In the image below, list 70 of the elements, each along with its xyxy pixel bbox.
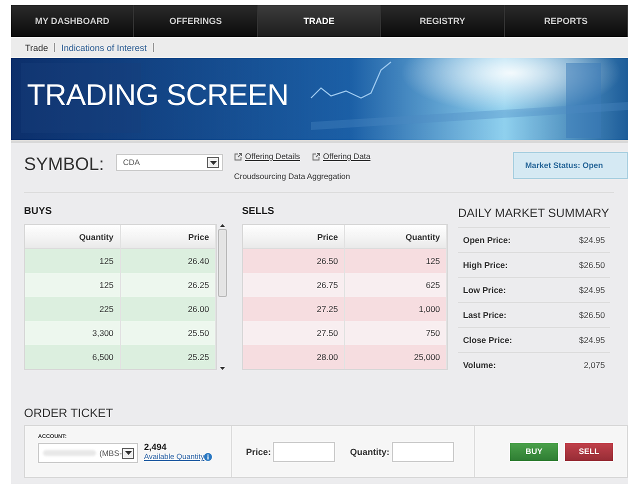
- sell-button[interactable]: SELL: [565, 442, 613, 460]
- summary-label: High Price:: [463, 260, 508, 270]
- offering-name: Croudsourcing Data Aggregation: [234, 172, 352, 181]
- nav-tab[interactable]: REGISTRY: [381, 5, 505, 37]
- table-cell: 25,000: [345, 345, 447, 369]
- nav-tab[interactable]: OFFERINGS: [134, 5, 258, 37]
- table-cell: 26.50: [243, 249, 345, 273]
- summary-value: $24.95: [579, 235, 605, 245]
- breadcrumb-link[interactable]: Indications of Interest: [61, 42, 147, 52]
- sells-heading: SELLS: [242, 206, 276, 217]
- order-ticket-heading: ORDER TICKET: [24, 406, 114, 420]
- table-cell: 3,300: [25, 321, 121, 345]
- nav-tab[interactable]: MY DASHBOARD: [11, 5, 134, 37]
- summary-label: Close Price:: [463, 335, 512, 345]
- quantity-label: Quantity:: [350, 446, 390, 456]
- summary-value: $26.50: [579, 310, 605, 320]
- external-link-icon: [312, 152, 320, 160]
- table-cell: 225: [25, 297, 121, 321]
- table-cell: 125: [25, 273, 121, 297]
- summary-heading: DAILY MARKET SUMMARY: [458, 206, 610, 220]
- caret-icon: [124, 451, 132, 455]
- summary-value: $24.95: [579, 285, 605, 295]
- symbol-label: SYMBOL:: [24, 153, 106, 175]
- scrollbar-thumb[interactable]: [218, 229, 227, 297]
- table-cell: 26.40: [120, 249, 216, 273]
- summary-label: Open Price:: [463, 235, 511, 245]
- scroll-down-icon[interactable]: [220, 367, 225, 370]
- breadcrumb-current: Trade: [25, 42, 48, 52]
- table-cell: 25.50: [120, 321, 216, 345]
- summary-value: $24.95: [579, 335, 605, 345]
- summary-value: 2,075: [584, 360, 605, 370]
- nav-tab[interactable]: TRADE: [258, 5, 382, 37]
- price-label: Price:: [246, 446, 272, 456]
- scroll-up-icon[interactable]: [220, 224, 225, 227]
- price-field[interactable]: [273, 442, 336, 462]
- column-header: Price: [120, 225, 216, 249]
- table-cell: 27.50: [243, 321, 345, 345]
- table-cell: 26.25: [120, 273, 216, 297]
- table-cell: 125: [25, 249, 121, 273]
- table-cell: 750: [345, 321, 447, 345]
- summary-label: Low Price:: [463, 285, 506, 295]
- table-cell: 625: [345, 273, 447, 297]
- column-header: Quantity: [345, 225, 447, 249]
- account-dropdown[interactable]: (MBS-: [38, 443, 138, 463]
- caret-icon: [210, 160, 216, 164]
- buys-heading: BUYS: [24, 206, 53, 217]
- column-header: Quantity: [25, 225, 121, 249]
- table-cell: 28.00: [243, 345, 345, 369]
- symbol-dropdown[interactable]: CDA: [116, 154, 223, 171]
- offering-link[interactable]: Offering Data: [312, 152, 370, 161]
- table-cell: 1,000: [345, 297, 447, 321]
- available-quantity: 2,494: [144, 442, 168, 452]
- table-cell: 26.75: [243, 273, 345, 297]
- table-cell: 125: [345, 249, 447, 273]
- market-status-badge: Market Status: Open: [513, 152, 628, 179]
- info-icon[interactable]: [204, 452, 212, 460]
- table-cell: 27.25: [243, 297, 345, 321]
- page-title: TRADING SCREEN: [27, 79, 288, 113]
- summary-label: Volume:: [463, 360, 496, 370]
- summary-value: $26.50: [579, 260, 605, 270]
- column-header: Price: [243, 225, 345, 249]
- table-cell: 26.00: [120, 297, 216, 321]
- offering-link[interactable]: Offering Details: [234, 152, 300, 161]
- quantity-field[interactable]: [392, 442, 454, 462]
- summary-label: Last Price:: [463, 310, 506, 320]
- table-cell: 25.25: [120, 345, 216, 369]
- buy-button[interactable]: BUY: [510, 442, 558, 460]
- table-cell: 6,500: [25, 345, 121, 369]
- external-link-icon: [234, 152, 242, 160]
- nav-tab[interactable]: REPORTS: [504, 5, 628, 37]
